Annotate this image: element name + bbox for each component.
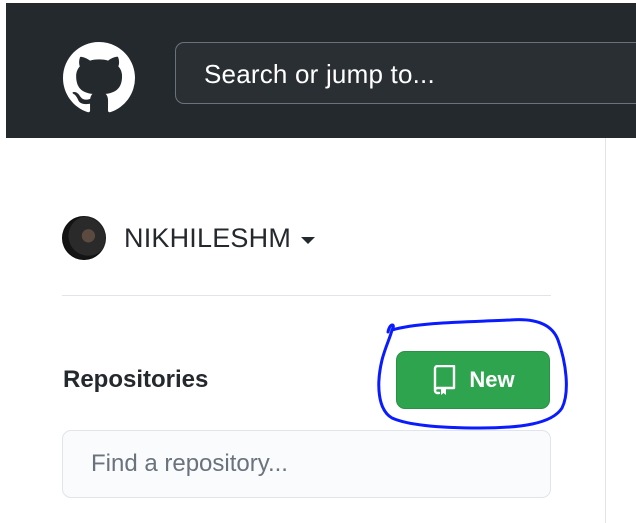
github-octocat-icon[interactable] xyxy=(60,42,138,114)
repositories-heading: Repositories xyxy=(63,366,209,393)
caret-down-icon xyxy=(301,236,316,244)
search-input[interactable]: Search or jump to... xyxy=(175,42,636,104)
column-divider xyxy=(605,138,606,523)
new-repository-button[interactable]: New xyxy=(396,351,550,409)
top-header: Search or jump to... xyxy=(6,3,636,138)
account-switcher[interactable]: NIKHILESHM xyxy=(62,214,316,262)
search-placeholder: Search or jump to... xyxy=(204,59,435,89)
repo-icon xyxy=(434,365,456,395)
find-repository-input[interactable] xyxy=(62,430,551,498)
username: NIKHILESHM xyxy=(124,222,292,253)
new-button-label: New xyxy=(469,367,515,392)
avatar xyxy=(62,216,106,260)
section-divider xyxy=(62,295,551,296)
page: Search or jump to... NIKHILESHM Reposito… xyxy=(0,0,636,523)
